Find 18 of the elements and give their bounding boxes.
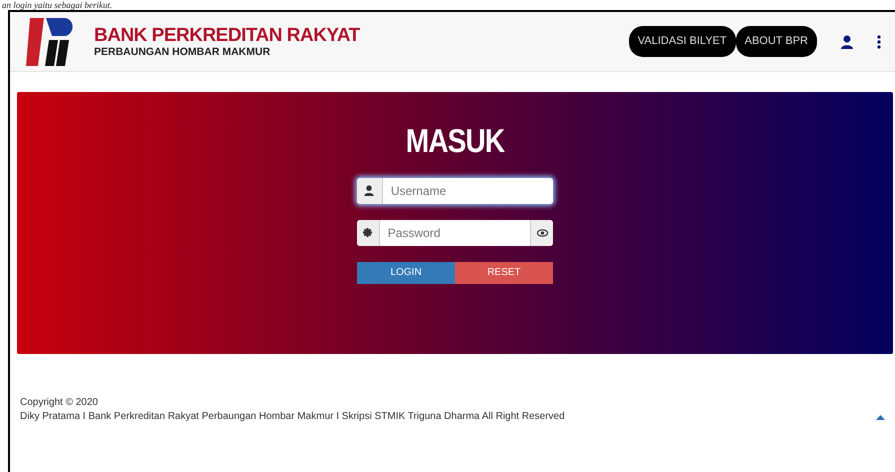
copyright-text: Copyright © 2020 (20, 396, 99, 410)
scroll-top-icon[interactable] (876, 415, 885, 420)
nav-button[interactable]: ABOUT BPR (736, 26, 817, 57)
login-heading: MASUK (406, 121, 504, 161)
nav-button[interactable]: VALIDASI BILYET (628, 26, 736, 57)
brand-subtitle: PERBAUNGAN HOMBAR MAKMUR (94, 46, 272, 58)
login-button[interactable]: LOGIN (357, 262, 455, 284)
reset-button[interactable]: RESET (455, 262, 553, 284)
footer-credits: Diky Pratama I Bank Perkreditan Rakyat Perbaungan Hombar Makmur I Skripsi STMIK Triguna Dharma All Right Reserved (20, 410, 565, 424)
brand-title: BANK PERKREDITAN RAKYAT (94, 26, 360, 46)
asterisk-icon (363, 228, 372, 237)
user-icon[interactable] (841, 34, 853, 48)
more-menu-icon[interactable] (877, 34, 881, 48)
document-text: an login yaitu sebagai berikut. (1, 0, 114, 10)
user-icon (364, 185, 374, 196)
eye-icon[interactable] (536, 228, 548, 236)
username-field[interactable]: Username (357, 178, 553, 204)
password-field[interactable]: Password (357, 220, 553, 246)
